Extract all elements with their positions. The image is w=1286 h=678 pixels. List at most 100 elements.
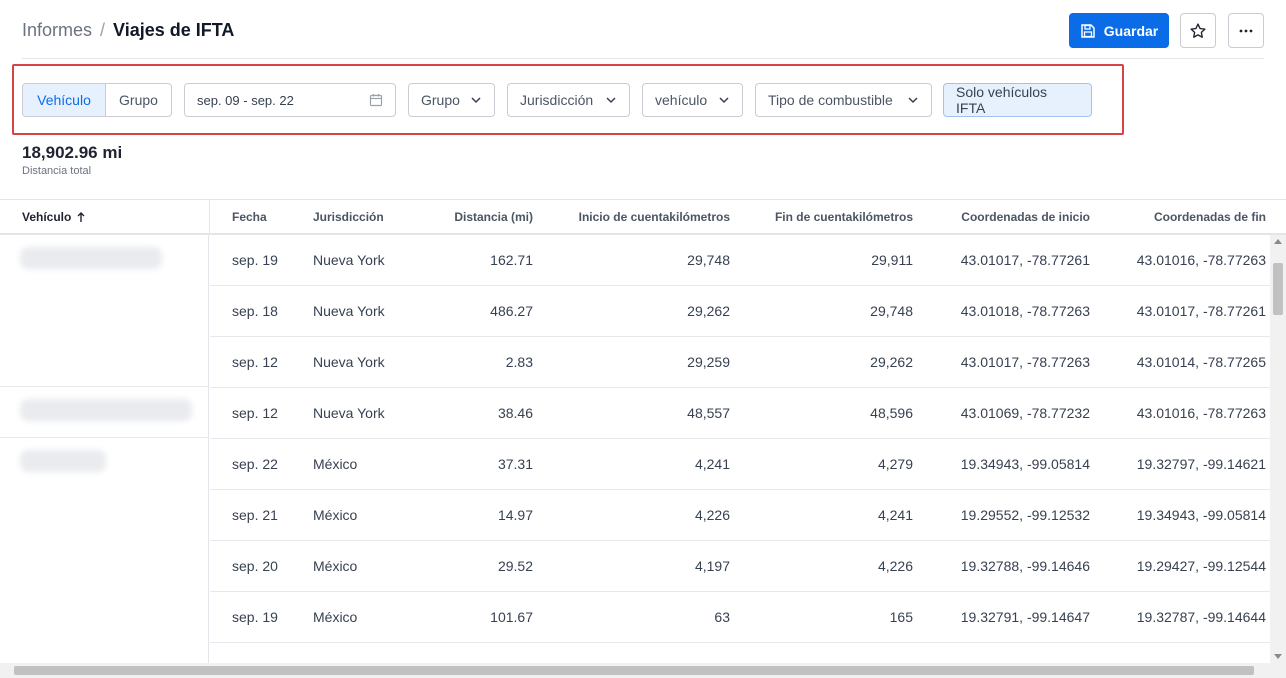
- date-range-value: sep. 09 - sep. 22: [197, 92, 294, 108]
- table-header: Vehículo Fecha Jurisdicción Distancia (m…: [0, 200, 1286, 235]
- cell-odometer-start: 48,557: [687, 405, 730, 421]
- total-distance-label: Distancia total: [22, 165, 92, 177]
- arrow-up-icon: [77, 211, 85, 222]
- cell-odometer-end: 4,241: [877, 507, 913, 523]
- column-header-odometer-end[interactable]: Fin de cuentakilómetros: [742, 200, 913, 233]
- cell-odometer-start: 29,259: [687, 354, 730, 370]
- cell-odometer-start: 4,197: [694, 558, 730, 574]
- cell-distance: 38.46: [497, 405, 533, 421]
- cell-distance: 14.97: [497, 507, 533, 523]
- table-row[interactable]: sep. 19 Nueva York 162.71 29,748 29,911 43.01…: [210, 235, 1270, 286]
- cell-date: sep. 21: [232, 507, 278, 523]
- cell-end-coords: 43.01017, -78.77261: [1136, 303, 1266, 319]
- cell-date: sep. 20: [232, 558, 278, 574]
- vehicle-group[interactable]: [0, 235, 209, 387]
- cell-odometer-start: 29,748: [687, 252, 730, 268]
- cell-odometer-start: 63: [714, 609, 730, 625]
- vehicle-group[interactable]: [0, 387, 209, 438]
- table-row[interactable]: sep. 12 Nueva York 38.46 48,557 48,596 43.010…: [210, 388, 1270, 439]
- scroll-up-arrow-icon[interactable]: [1274, 239, 1282, 244]
- breadcrumb-separator: /: [100, 20, 106, 40]
- horizontal-scrollbar[interactable]: [0, 663, 1286, 678]
- column-header-distance[interactable]: Distancia (mi): [400, 200, 533, 233]
- breadcrumb-informes-link[interactable]: Informes: [22, 20, 92, 41]
- table-row[interactable]: sep. 19 México 101.67 63 165 19.32791, -99.14…: [210, 592, 1270, 643]
- scroll-down-arrow-icon[interactable]: [1274, 654, 1282, 659]
- cell-end-coords: 43.01014, -78.77265: [1136, 354, 1266, 370]
- cell-start-coords: 19.34943, -99.05814: [960, 456, 1090, 472]
- vehicle-dropdown[interactable]: vehículo: [642, 83, 743, 117]
- cell-odometer-end: 4,226: [877, 558, 913, 574]
- vehicle-group[interactable]: [0, 438, 209, 678]
- chevron-down-icon: [908, 97, 918, 104]
- table-row[interactable]: sep. 12 Nueva York 2.83 29,259 29,262 43.0101…: [210, 337, 1270, 388]
- fuel-type-dropdown[interactable]: Tipo de combustible: [755, 83, 932, 117]
- column-header-date[interactable]: Fecha: [232, 200, 267, 233]
- date-range-picker[interactable]: sep. 09 - sep. 22: [184, 83, 396, 117]
- cell-date: sep. 12: [232, 405, 278, 421]
- cell-date: sep. 22: [232, 456, 278, 472]
- column-divider: [209, 200, 210, 235]
- cell-start-coords: 19.32788, -99.14646: [960, 558, 1090, 574]
- column-header-vehicle[interactable]: Vehículo: [22, 200, 86, 233]
- cell-start-coords: 43.01017, -78.77263: [960, 354, 1090, 370]
- favorite-button[interactable]: [1180, 13, 1216, 48]
- group-dropdown[interactable]: Grupo: [408, 83, 495, 117]
- redacted-vehicle-name: [20, 399, 192, 421]
- star-icon: [1190, 22, 1206, 38]
- cell-distance: 2.83: [505, 354, 533, 370]
- toggle-group[interactable]: Grupo: [106, 84, 171, 116]
- page-title: Viajes de IFTA: [113, 20, 235, 40]
- cell-distance: 486.27: [490, 303, 533, 319]
- cell-start-coords: 43.01018, -78.77263: [960, 303, 1090, 319]
- table-row[interactable]: sep. 20 México 29.52 4,197 4,226 19.32788, -9…: [210, 541, 1270, 592]
- breadcrumb: Informes / Viajes de IFTA: [22, 20, 234, 41]
- column-header-start-coords[interactable]: Coordenadas de inicio: [925, 200, 1090, 233]
- cell-start-coords: 43.01069, -78.77232: [960, 405, 1090, 421]
- column-header-label: Vehículo: [22, 209, 72, 224]
- cell-end-coords: 19.32787, -99.14644: [1136, 609, 1266, 625]
- cell-odometer-end: 29,262: [870, 354, 913, 370]
- table-row[interactable]: sep. 22 México 37.31 4,241 4,279 19.34943, -9…: [210, 439, 1270, 490]
- column-header-jurisdiction[interactable]: Jurisdicción: [313, 200, 384, 233]
- cell-date: sep. 19: [232, 609, 278, 625]
- cell-end-coords: 19.34943, -99.05814: [1136, 507, 1266, 523]
- jurisdiction-dropdown-label: Jurisdicción: [520, 92, 594, 108]
- more-horizontal-icon: [1239, 29, 1253, 32]
- cell-odometer-start: 4,226: [694, 507, 730, 523]
- cell-odometer-end: 4,279: [877, 456, 913, 472]
- cell-odometer-end: 165: [889, 609, 913, 625]
- save-button[interactable]: Guardar: [1069, 13, 1169, 48]
- column-header-end-coords[interactable]: Coordenadas de fin: [1102, 200, 1266, 233]
- cell-odometer-end: 29,748: [870, 303, 913, 319]
- save-icon: [1081, 23, 1095, 38]
- toggle-vehicle[interactable]: Vehículo: [23, 84, 106, 116]
- jurisdiction-dropdown[interactable]: Jurisdicción: [507, 83, 630, 117]
- calendar-icon: [369, 94, 383, 107]
- cell-end-coords: 43.01016, -78.77263: [1136, 252, 1266, 268]
- vertical-scroll-thumb[interactable]: [1273, 263, 1283, 315]
- cell-start-coords: 19.32791, -99.14647: [960, 609, 1090, 625]
- cell-start-coords: 43.01017, -78.77261: [960, 252, 1090, 268]
- cell-distance: 162.71: [490, 252, 533, 268]
- cell-date: sep. 19: [232, 252, 278, 268]
- cell-start-coords: 19.29552, -99.12532: [960, 507, 1090, 523]
- group-by-toggle: Vehículo Grupo: [22, 83, 172, 117]
- ifta-only-toggle[interactable]: Solo vehículos IFTA: [943, 83, 1092, 117]
- cell-distance: 101.67: [490, 609, 533, 625]
- table-row[interactable]: sep. 21 México 14.97 4,226 4,241 19.29552, -9…: [210, 490, 1270, 541]
- cell-end-coords: 19.29427, -99.12544: [1136, 558, 1266, 574]
- cell-odometer-start: 4,241: [694, 456, 730, 472]
- trips-table: Vehículo Fecha Jurisdicción Distancia (m…: [0, 199, 1286, 678]
- column-header-odometer-start[interactable]: Inicio de cuentakilómetros: [545, 200, 730, 233]
- cell-odometer-start: 29,262: [687, 303, 730, 319]
- table-row[interactable]: sep. 18 Nueva York 486.27 29,262 29,748 43.01…: [210, 286, 1270, 337]
- vehicle-column: [0, 235, 209, 678]
- vehicle-dropdown-label: vehículo: [655, 92, 708, 108]
- cell-distance: 29.52: [497, 558, 533, 574]
- vertical-scrollbar[interactable]: [1270, 235, 1286, 663]
- more-options-button[interactable]: [1228, 13, 1264, 48]
- horizontal-scroll-thumb[interactable]: [14, 666, 1254, 675]
- cell-distance: 37.31: [497, 456, 533, 472]
- fuel-type-dropdown-label: Tipo de combustible: [768, 92, 893, 108]
